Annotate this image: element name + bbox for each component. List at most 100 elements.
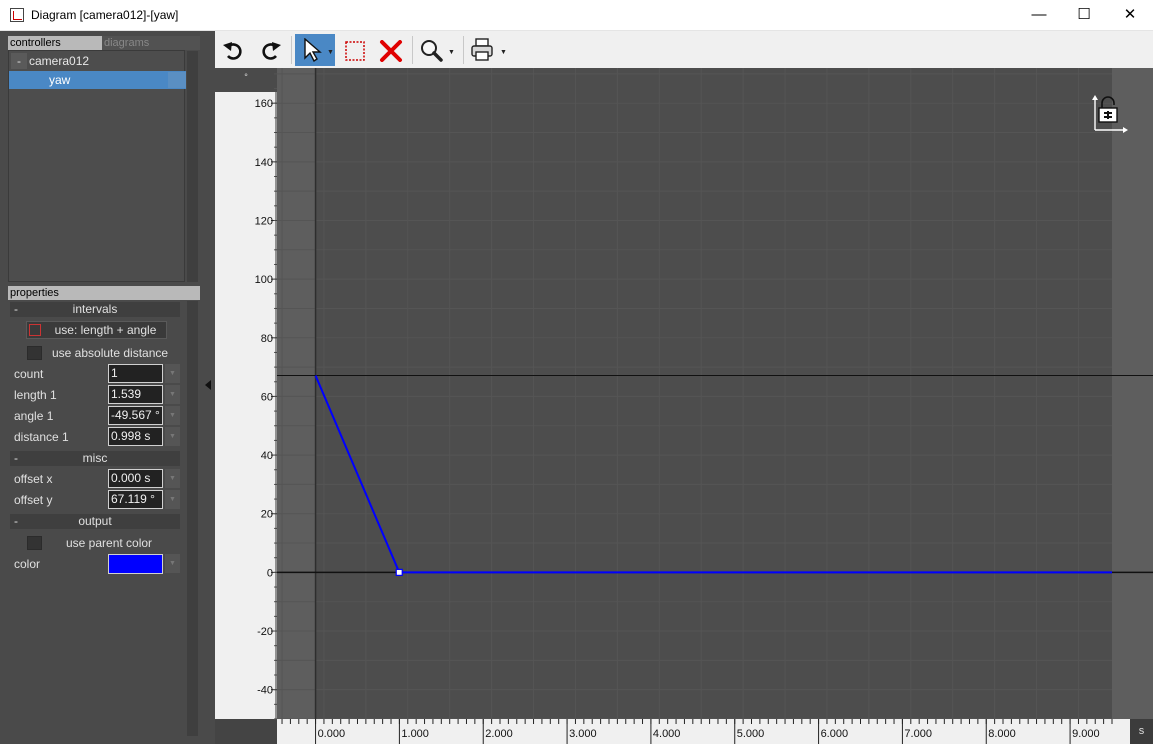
x-tick-label: 8.000 [988, 728, 1016, 740]
redo-button[interactable] [252, 34, 288, 66]
section-toggle[interactable]: - [14, 451, 18, 466]
chevron-down-icon[interactable]: ▼ [500, 49, 507, 56]
zoom-button[interactable]: ▼ [415, 34, 459, 66]
offset-x-spinner[interactable]: ▼ [165, 469, 180, 488]
length-field[interactable]: 1.539 [108, 385, 163, 404]
delete-button[interactable] [373, 34, 409, 66]
panel-tabs: controllers diagrams [8, 36, 200, 50]
x-tick-label: 0.000 [318, 728, 346, 740]
section-misc[interactable]: - misc [10, 451, 180, 466]
title-bar: Diagram [camera012]-[yaw] — ☐ ✕ [0, 0, 1153, 31]
section-intervals[interactable]: - intervals [10, 302, 180, 317]
use-parent-color-checkbox[interactable] [27, 536, 42, 550]
tree-item-label: yaw [49, 73, 71, 87]
count-field[interactable]: 1 [108, 364, 163, 383]
toolbar-separator [463, 36, 464, 64]
y-tick-label: 20 [261, 509, 273, 521]
color-dropdown[interactable]: ▼ [165, 554, 180, 573]
section-toggle[interactable]: - [14, 514, 18, 529]
diagram-area: ° 160 140 120 100 80 60 40 20 0 -20 -40 0.000 1.000 2… [215, 68, 1153, 744]
print-button[interactable]: ▼ [467, 34, 511, 66]
x-tick-label: 1.000 [401, 728, 429, 740]
properties-scrollbar[interactable] [187, 301, 198, 736]
properties-header: properties [8, 286, 200, 300]
tree-item-label: camera012 [29, 54, 90, 68]
section-title: output [78, 514, 112, 528]
offset-y-spinner[interactable]: ▼ [165, 490, 180, 509]
x-tick-label: 5.000 [737, 728, 765, 740]
color-label: color [14, 557, 41, 571]
tree-scrollbar[interactable] [187, 51, 198, 282]
count-label: count [14, 367, 44, 381]
curve-chart[interactable]: 160 140 120 100 80 60 40 20 0 -20 -40 0.000 1.000 2.0… [215, 68, 1153, 744]
y-tick-label: 160 [255, 98, 273, 110]
rectangle-select-icon [345, 41, 365, 61]
distance-label: distance 1 [14, 430, 69, 444]
delete-icon [380, 40, 402, 62]
x-axis-unit[interactable]: s [1130, 719, 1153, 744]
undo-icon [223, 42, 242, 60]
y-tick-label: 100 [255, 274, 273, 286]
y-tick-label: -20 [257, 626, 273, 638]
pre-start-region [277, 68, 316, 719]
y-tick-label: 0 [267, 567, 273, 579]
lock-axes-icon[interactable] [1089, 94, 1129, 136]
toolbar-separator [412, 36, 413, 64]
close-button[interactable]: ✕ [1107, 0, 1153, 31]
tree-item-yaw[interactable]: yaw [9, 71, 186, 89]
length-label: length 1 [14, 388, 57, 402]
window-title: Diagram [camera012]-[yaw] [31, 8, 179, 22]
collapse-panel-arrow-icon[interactable] [205, 380, 211, 390]
use-absolute-distance-label: use absolute distance [52, 346, 169, 360]
use-parent-color-label: use parent color [66, 536, 153, 550]
chevron-down-icon[interactable]: ▼ [327, 49, 334, 56]
rectangle-select-button[interactable] [337, 34, 373, 66]
redo-icon [262, 42, 281, 60]
y-tick-label: -40 [257, 685, 273, 697]
y-tick-label: 120 [255, 215, 273, 227]
section-output[interactable]: - output [10, 514, 180, 529]
x-tick-label: 7.000 [904, 728, 932, 740]
x-tick-label: 4.000 [653, 728, 681, 740]
distance-spinner[interactable]: ▼ [165, 427, 180, 446]
collapse-toggle[interactable]: - [11, 53, 27, 69]
maximize-button[interactable]: ☐ [1061, 0, 1107, 31]
section-title: intervals [72, 302, 118, 316]
curve-keypoint [395, 568, 403, 576]
tree-item-tail [168, 72, 186, 88]
y-tick-label: 80 [261, 333, 273, 345]
x-tick-label: 2.000 [485, 728, 513, 740]
tab-diagrams[interactable]: diagrams [102, 36, 200, 50]
tab-controllers[interactable]: controllers [8, 36, 102, 50]
color-swatch[interactable] [108, 554, 163, 574]
undo-button[interactable] [216, 34, 252, 66]
select-arrow-icon [304, 38, 322, 62]
x-tick-label: 9.000 [1072, 728, 1100, 740]
y-tick-label: 140 [255, 157, 273, 169]
interval-mode-button[interactable]: use: length + angle [26, 321, 167, 339]
angle-field[interactable]: -49.567 ° [108, 406, 163, 425]
length-angle-icon [29, 324, 41, 336]
use-absolute-distance-checkbox[interactable] [27, 346, 42, 360]
minimize-button[interactable]: — [1016, 0, 1062, 31]
offset-y-label: offset y [14, 493, 53, 507]
offset-x-field[interactable]: 0.000 s [108, 469, 163, 488]
angle-spinner[interactable]: ▼ [165, 406, 180, 425]
length-spinner[interactable]: ▼ [165, 385, 180, 404]
select-tool-button[interactable]: ▼ [295, 34, 335, 66]
distance-field[interactable]: 0.998 s [108, 427, 163, 446]
angle-label: angle 1 [14, 409, 54, 423]
x-tick-label: 6.000 [821, 728, 849, 740]
plot-background [277, 68, 1112, 719]
x-tick-label: 3.000 [569, 728, 597, 740]
chevron-down-icon[interactable]: ▼ [448, 49, 455, 56]
y-tick-label: 60 [261, 391, 273, 403]
offset-x-label: offset x [14, 472, 53, 486]
count-spinner[interactable]: ▼ [165, 364, 180, 383]
tree-item-camera012[interactable]: - camera012 [9, 52, 186, 70]
section-toggle[interactable]: - [14, 302, 18, 317]
zoom-icon [421, 40, 443, 62]
left-panel: controllers diagrams - camera012 yaw pro… [0, 31, 215, 744]
toolbar-separator [291, 36, 292, 64]
offset-y-field[interactable]: 67.119 ° [108, 490, 163, 509]
